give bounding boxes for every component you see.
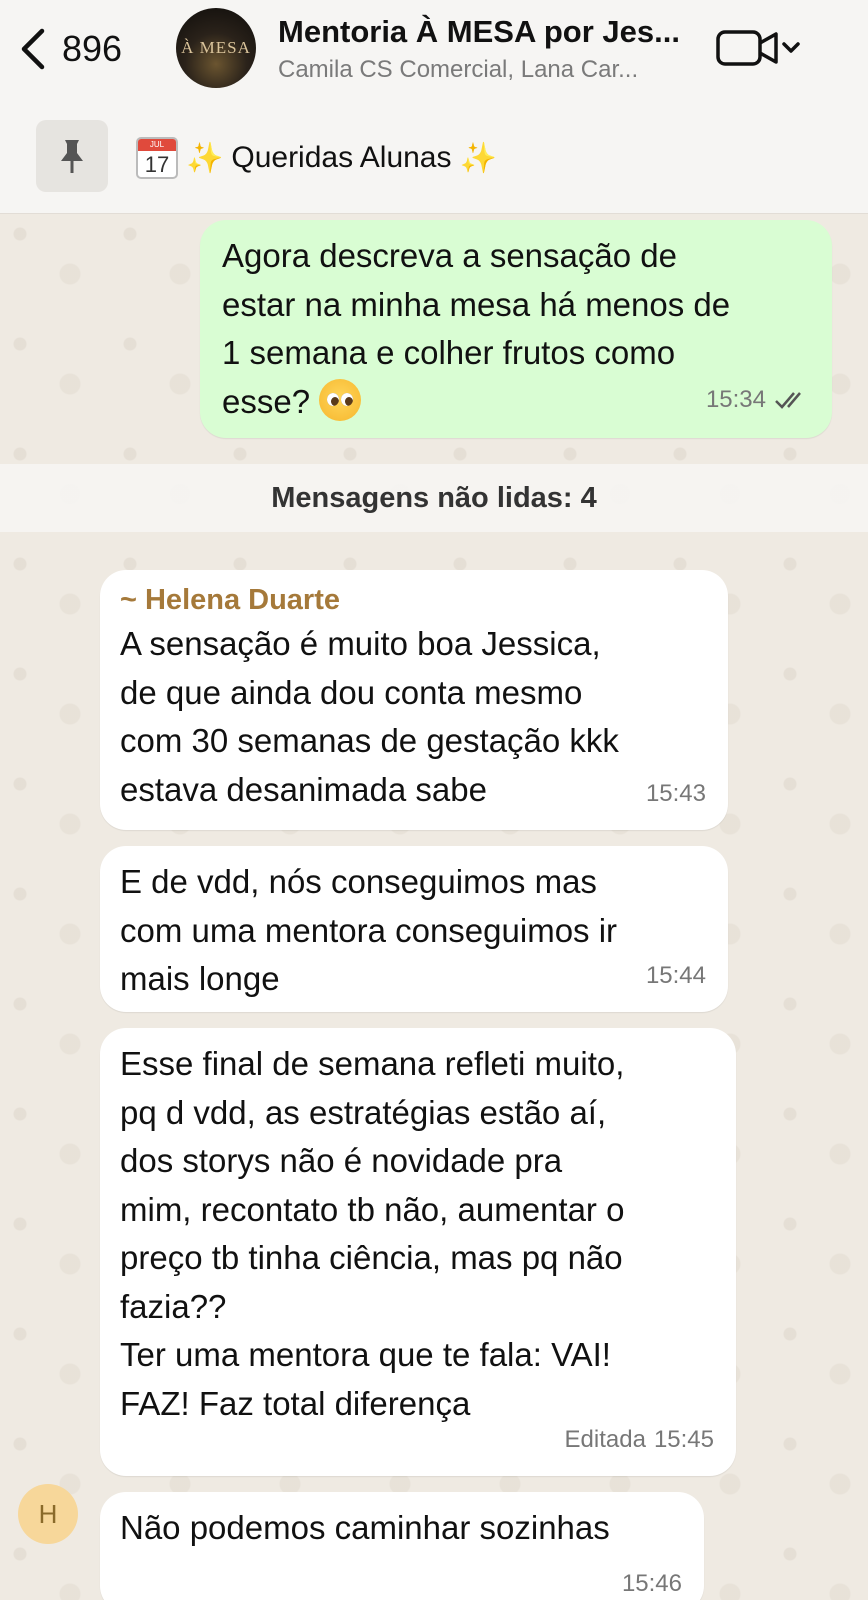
message-bubble-incoming[interactable]: ~ Helena Duarte A sensação é muito boa J… [100, 570, 728, 830]
back-button[interactable]: 896 [18, 24, 122, 74]
group-avatar[interactable]: À MESA [176, 8, 256, 88]
pinned-label: Queridas Alunas [231, 141, 452, 174]
message-time: 15:45 [653, 1425, 714, 1453]
group-avatar-logo-text: À MESA [181, 38, 251, 57]
calendar-emoji-icon: JUL 17 [136, 137, 178, 179]
pin-icon [61, 140, 83, 173]
message-meta: 15:46 [622, 1560, 682, 1600]
chat-header: 896 À MESA Mentoria À MESA por Jes... Ca… [0, 0, 868, 106]
group-title[interactable]: Mentoria À MESA por Jes... [278, 14, 698, 50]
message-text: A sensação é muito boa Jessica, de que a… [120, 625, 619, 808]
sparkles-icon: ✨ [186, 141, 224, 175]
message-time: 15:34 [705, 385, 766, 413]
sender-name[interactable]: ~ Helena Duarte [120, 580, 708, 620]
pin-button[interactable] [36, 120, 108, 192]
message-text: E de vdd, nós conseguimos mas com uma me… [120, 863, 618, 997]
sparkles-icon: ✨ [459, 141, 497, 175]
message-time: 15:46 [621, 1569, 682, 1597]
message-text: Não podemos caminhar sozinhas [120, 1509, 610, 1546]
pleading-face-emoji-icon [319, 378, 362, 421]
calendar-month: JUL [138, 139, 176, 151]
double-check-read-icon [775, 391, 801, 409]
edited-label: Editada [564, 1425, 646, 1453]
message-meta: 15:44 [646, 952, 706, 1001]
unread-chats-count: 896 [62, 28, 123, 69]
message-meta: Editada 15:45 [565, 1416, 714, 1465]
sender-avatar[interactable]: H [18, 1484, 78, 1544]
message-meta: 15:43 [646, 770, 706, 819]
chat-messages-area[interactable]: Agora descreva a sensação de estar na mi… [0, 214, 868, 1600]
message-bubble-outgoing[interactable]: Agora descreva a sensação de estar na mi… [200, 220, 832, 438]
group-participants[interactable]: Camila CS Comercial, Lana Car... [278, 56, 698, 84]
chevron-left-icon [21, 28, 45, 70]
calendar-day: 17 [144, 152, 170, 177]
message-time: 15:44 [645, 961, 706, 989]
message-text: Esse final de semana refleti muito, pq d… [120, 1045, 625, 1422]
message-text: Agora descreva a sensação de estar na mi… [222, 237, 731, 420]
message-bubble-incoming[interactable]: Não podemos caminhar sozinhas 15:46 [100, 1492, 704, 1600]
pinned-message-bar[interactable]: JUL 17 ✨ Queridas Alunas ✨ [0, 106, 868, 214]
message-bubble-incoming[interactable]: E de vdd, nós conseguimos mas com uma me… [100, 846, 728, 1012]
unread-messages-divider: Mensagens não lidas: 4 [0, 464, 868, 532]
pinned-message-text: JUL 17 ✨ Queridas Alunas ✨ [136, 134, 497, 182]
message-time: 15:43 [645, 779, 706, 807]
video-camera-icon [716, 30, 800, 66]
message-bubble-incoming[interactable]: Esse final de semana refleti muito, pq d… [100, 1028, 736, 1476]
message-meta: 15:34 [706, 376, 810, 425]
video-call-button[interactable] [716, 26, 808, 70]
